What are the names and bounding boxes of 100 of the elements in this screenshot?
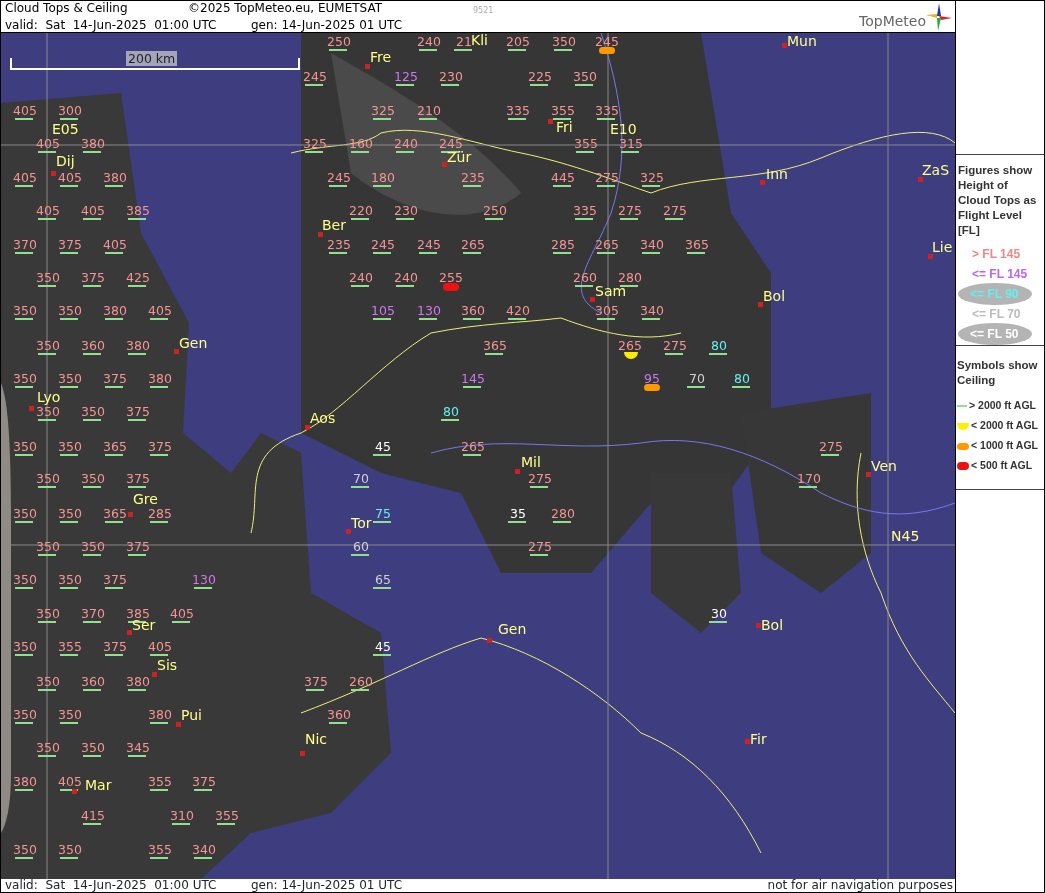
cloud-top-value: 405 (58, 170, 82, 184)
cloud-top-value: 340 (640, 303, 664, 317)
place-label: Fri (556, 120, 573, 135)
place-label: ZaS (922, 163, 950, 178)
cloud-top-value: 350 (13, 439, 37, 453)
cloud-top-value: 340 (192, 842, 216, 856)
cloud-top-value: 310 (170, 808, 194, 822)
place-label: Ser (132, 618, 156, 633)
place-label: Lyo (37, 390, 61, 405)
cloud-top-value: 355 (574, 136, 598, 150)
cloud-top-value: 405 (13, 103, 37, 117)
cloud-top-value: 350 (58, 572, 82, 586)
cloud-top-value: 360 (327, 707, 351, 721)
cloud-top-value: 240 (417, 34, 441, 48)
place-label: Bol (763, 289, 786, 304)
cloud-top-value: 280 (618, 270, 642, 284)
valid-time: valid: Sat 14-Jun-2025 01:00 UTC (5, 18, 218, 33)
legend-entry: <= FL 50 (958, 323, 1033, 345)
cloud-top-value: 300 (58, 103, 82, 117)
cloud-top-value: 235 (327, 237, 351, 251)
cloud-top-value: 355 (148, 774, 172, 788)
cloud-top-value: 375 (192, 774, 216, 788)
scale-label: 200 km (126, 51, 178, 66)
cloud-top-value: 350 (58, 842, 82, 856)
cloud-top-value: 80 (734, 371, 750, 385)
place-label: Inn (766, 167, 788, 182)
cloud-top-value: 275 (663, 338, 687, 352)
cloud-top-value: 405 (13, 170, 37, 184)
cloud-top-value: 365 (103, 439, 127, 453)
cloud-top-value: 275 (528, 471, 552, 485)
cloud-top-value: 240 (394, 136, 418, 150)
cloud-top-value: 350 (58, 439, 82, 453)
chart-title: Cloud Tops & Ceiling (5, 1, 129, 17)
cloud-top-value: 350 (36, 404, 60, 418)
cloud-top-value: 240 (349, 270, 373, 284)
place-label: Fir (750, 732, 767, 747)
cloud-top-value: 80 (711, 338, 727, 352)
cloud-top-value: 335 (506, 103, 530, 117)
cloud-top-value: 380 (126, 674, 150, 688)
place-label: Lie (932, 240, 953, 255)
cloud-top-value: 205 (506, 34, 530, 48)
cloud-top-value: 280 (551, 506, 575, 520)
cloud-top-value: 380 (13, 774, 37, 788)
cloud-top-value: 385 (126, 203, 150, 217)
legend-entry: > FL 145 (971, 246, 1022, 263)
cloud-top-value: 305 (595, 303, 619, 317)
cloud-top-value: 380 (126, 338, 150, 352)
cloud-top-value: 375 (148, 439, 172, 453)
place-label: Gen (498, 622, 527, 637)
cloud-top-value: 360 (81, 674, 105, 688)
cloud-top-value: 230 (394, 203, 418, 217)
logo-text: TopMeteo (859, 13, 926, 29)
cloud-top-value: 225 (528, 69, 552, 83)
cloud-top-value: 355 (551, 103, 575, 117)
cloud-top-value: 70 (353, 471, 369, 485)
cloud-top-value: 350 (81, 740, 105, 754)
cloud-top-value: 360 (461, 303, 485, 317)
cloud-top-value: 275 (618, 203, 642, 217)
cloud-top-value: 250 (327, 34, 351, 48)
cloud-top-value: 260 (349, 674, 373, 688)
cloud-top-value: 245 (417, 237, 441, 251)
cloud-top-value: 415 (81, 808, 105, 822)
legend-title: Symbols show Ceiling (957, 358, 1039, 388)
cloud-top-value: 105 (371, 303, 395, 317)
cloud-top-value: 375 (81, 270, 105, 284)
place-label: Zür (447, 150, 472, 165)
cloud-top-value: 75 (375, 506, 391, 520)
legend-entry: < 500 ft AGL (971, 458, 1033, 474)
cloud-top-value: 350 (36, 606, 60, 620)
cloud-top-value: 325 (303, 136, 327, 150)
cloud-top-value: 405 (81, 203, 105, 217)
cloud-top-value: 130 (192, 572, 216, 586)
cloud-top-value: 350 (13, 572, 37, 586)
cloud-top-value: 245 (371, 237, 395, 251)
place-label: Pui (181, 708, 202, 723)
cloud-top-value: 405 (170, 606, 194, 620)
cloud-top-value: 265 (461, 237, 485, 251)
cloud-top-value: 405 (148, 303, 172, 317)
cloud-top-value: 350 (13, 707, 37, 721)
cloud-top-value: 285 (148, 506, 172, 520)
cloud-top-value: 65 (375, 572, 391, 586)
cloud-top-value: 345 (126, 740, 150, 754)
cloud-top-value: 45 (375, 639, 391, 653)
cloud-top-value: 355 (215, 808, 239, 822)
place-label: Fre (370, 50, 392, 65)
cloud-top-value: 220 (349, 203, 373, 217)
cloud-top-value: 210 (417, 103, 441, 117)
cloud-top-value: 130 (417, 303, 441, 317)
cloud-top-value: 275 (819, 439, 843, 453)
compass-star-icon (926, 3, 952, 31)
image-code: 9521 (473, 5, 494, 17)
cloud-top-value: 350 (573, 69, 597, 83)
cloud-top-value: 325 (371, 103, 395, 117)
cloud-top-value: 60 (353, 539, 369, 553)
cloud-top-value: 315 (619, 136, 643, 150)
cloud-top-value: 350 (13, 506, 37, 520)
cloud-top-value: 385 (126, 606, 150, 620)
cloud-top-value: 340 (640, 237, 664, 251)
place-label: Sis (157, 658, 178, 673)
cloud-top-value: 230 (439, 69, 463, 83)
